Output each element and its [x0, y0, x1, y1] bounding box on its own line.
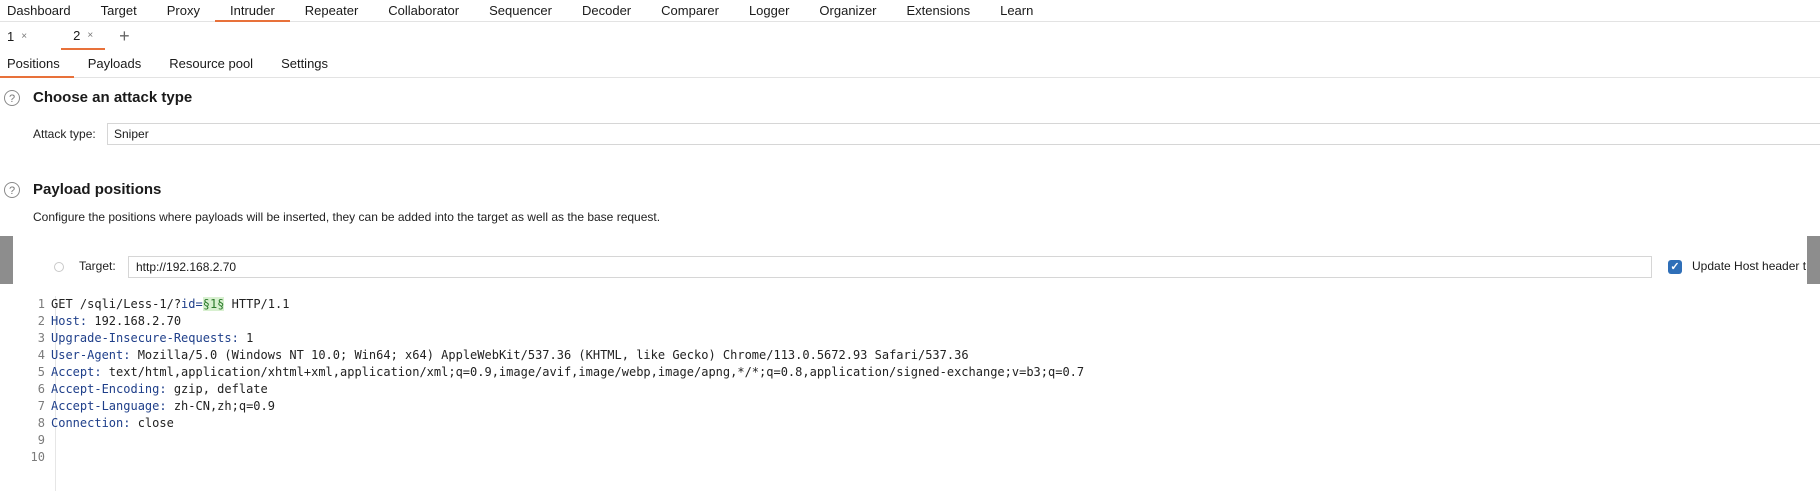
nav-comparer[interactable]: Comparer	[646, 0, 734, 22]
nav-repeater[interactable]: Repeater	[290, 0, 373, 22]
line-number: 7	[37, 399, 45, 413]
header-value: 1	[238, 331, 254, 345]
header-value: gzip, deflate	[166, 382, 268, 396]
nav-proxy[interactable]: Proxy	[152, 0, 215, 22]
header-key: User-Agent:	[51, 348, 131, 362]
request-tab-label: 2	[73, 27, 81, 43]
line-number: 3	[37, 331, 45, 345]
line-number: 9	[37, 433, 45, 447]
line-number: 2	[37, 314, 45, 328]
code-line: 7 Accept-Language: zh-CN,zh;q=0.9	[0, 398, 275, 415]
code-line: 4 User-Agent: Mozilla/5.0 (Windows NT 10.…	[0, 347, 969, 364]
request-tab-2[interactable]: 2 ×	[61, 22, 106, 50]
header-key: Host:	[51, 314, 88, 328]
tab-settings[interactable]: Settings	[267, 50, 342, 78]
code-line: 3 Upgrade-Insecure-Requests: 1	[0, 330, 254, 347]
request-tab-1[interactable]: 1 ×	[0, 22, 39, 50]
tab-payloads[interactable]: Payloads	[74, 50, 155, 78]
help-icon[interactable]: ?	[4, 90, 20, 106]
nav-extensions[interactable]: Extensions	[892, 0, 986, 22]
nav-decoder[interactable]: Decoder	[567, 0, 646, 22]
header-key: Accept-Encoding:	[51, 382, 167, 396]
code-line: 2 Host: 192.168.2.70	[0, 313, 181, 330]
payload-positions-heading: Payload positions	[33, 181, 162, 198]
close-tab-icon[interactable]: ×	[87, 30, 93, 41]
attack-type-label: Attack type:	[33, 127, 96, 141]
close-tab-icon[interactable]: ×	[21, 31, 27, 42]
nav-logger[interactable]: Logger	[734, 0, 804, 22]
line-number: 4	[37, 348, 45, 362]
attack-type-heading: Choose an attack type	[33, 89, 193, 106]
left-resize-handle[interactable]	[0, 236, 13, 284]
nav-target[interactable]: Target	[86, 0, 152, 22]
header-value: zh-CN,zh;q=0.9	[166, 399, 275, 413]
update-host-label: Update Host header t	[1692, 259, 1807, 273]
nav-learn[interactable]: Learn	[985, 0, 1048, 22]
header-value: text/html,application/xhtml+xml,applicat…	[101, 365, 1085, 379]
request-editor[interactable]: 1 GET /sqli/Less-1/?id=§1§ HTTP/1.1 2 Host…	[0, 296, 1820, 491]
line-number: 8	[37, 416, 45, 430]
code-line: 10	[0, 449, 51, 466]
request-line-method: GET /sqli/Less-1/?	[51, 297, 182, 311]
header-value: Mozilla/5.0 (Windows NT 10.0; Win64; x64…	[130, 348, 969, 362]
header-key: Connection:	[51, 416, 131, 430]
tab-resource-pool[interactable]: Resource pool	[155, 50, 267, 78]
add-tab-icon[interactable]: +	[119, 22, 130, 50]
help-icon[interactable]: ?	[4, 182, 20, 198]
code-line: 1 GET /sqli/Less-1/?id=§1§ HTTP/1.1	[0, 296, 289, 313]
header-key: Accept:	[51, 365, 102, 379]
request-param: id=	[181, 297, 203, 311]
header-value: close	[130, 416, 174, 430]
target-url-field[interactable]: http://192.168.2.70	[128, 256, 1652, 278]
nav-organizer[interactable]: Organizer	[804, 0, 891, 22]
tab-positions[interactable]: Positions	[0, 50, 74, 78]
target-radio[interactable]	[54, 262, 64, 272]
header-key: Upgrade-Insecure-Requests:	[51, 331, 239, 345]
payload-marker[interactable]: §1§	[202, 297, 225, 311]
right-resize-handle[interactable]	[1807, 236, 1820, 284]
request-line-protocol: HTTP/1.1	[224, 297, 290, 311]
code-line: 5 Accept: text/html,application/xhtml+xml…	[0, 364, 1084, 381]
code-line: 6 Accept-Encoding: gzip, deflate	[0, 381, 268, 398]
header-key: Accept-Language:	[51, 399, 167, 413]
nav-collaborator[interactable]: Collaborator	[373, 0, 474, 22]
header-value: 192.168.2.70	[87, 314, 182, 328]
code-line: 8 Connection: close	[0, 415, 174, 432]
line-number: 1	[37, 297, 45, 311]
nav-dashboard[interactable]: Dashboard	[0, 0, 86, 22]
update-host-checkbox[interactable]: ✓	[1668, 260, 1682, 274]
line-number: 6	[37, 382, 45, 396]
request-tab-label: 1	[7, 28, 15, 44]
intruder-sub-tabs: Positions Payloads Resource pool Setting…	[0, 50, 1820, 78]
target-label: Target:	[79, 259, 116, 273]
nav-intruder[interactable]: Intruder	[214, 0, 290, 22]
code-line: 9	[0, 432, 51, 449]
request-tabs: 1 × 2 × +	[0, 22, 1820, 50]
payload-positions-description: Configure the positions where payloads w…	[33, 210, 661, 224]
line-number: 10	[30, 450, 45, 464]
top-nav: Dashboard Target Proxy Intruder Repeater…	[0, 0, 1820, 22]
attack-type-select[interactable]: Sniper	[107, 123, 1820, 145]
nav-sequencer[interactable]: Sequencer	[474, 0, 567, 22]
line-number: 5	[37, 365, 45, 379]
